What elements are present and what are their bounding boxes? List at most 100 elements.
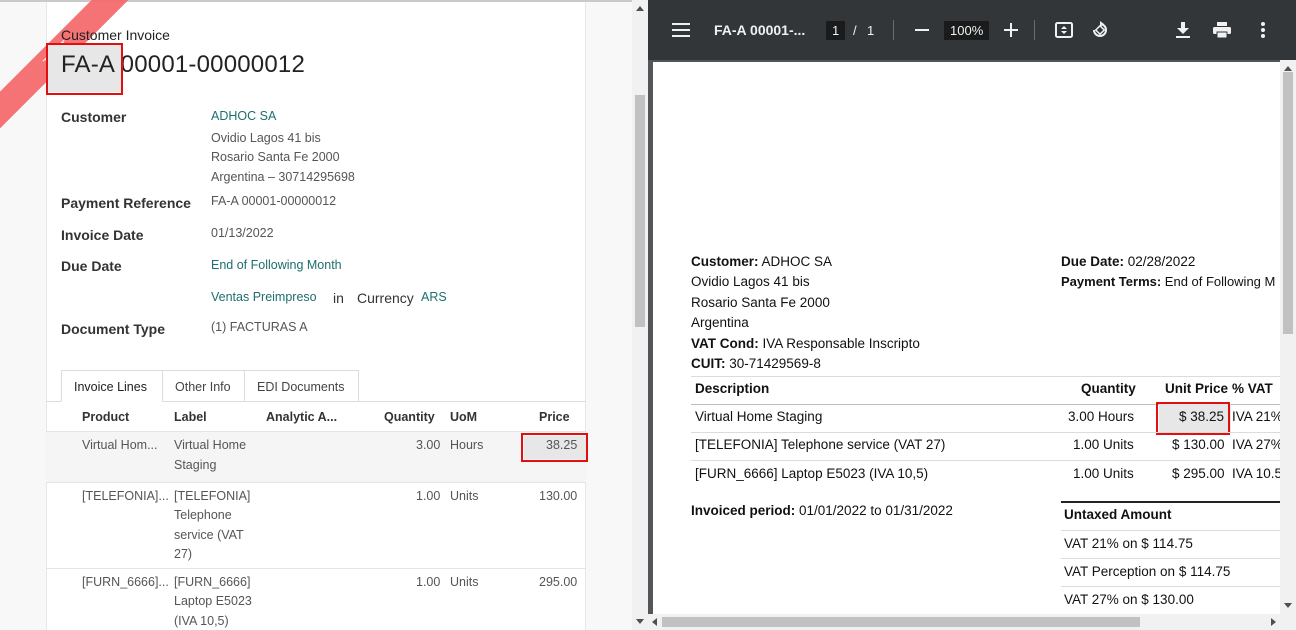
line-label-2: Staging: [174, 458, 217, 472]
pdf-table-top-border: [691, 376, 1283, 377]
scroll-down-arrow-icon[interactable]: [636, 619, 644, 624]
tab-invoice-lines[interactable]: Invoice Lines: [61, 370, 163, 402]
line-label-3: (IVA 10,5): [174, 614, 229, 628]
pdf-vat-cond-label: VAT Cond:: [691, 336, 759, 351]
pdf-col-quantity: Quantity: [1081, 381, 1136, 396]
pdf-line-vat: IVA 10.5: [1232, 466, 1283, 481]
pdf-horizontal-scrollbar[interactable]: [648, 614, 1280, 630]
line-label-1: [TELEFONIA]: [174, 489, 251, 503]
column-header-analytic[interactable]: Analytic A...: [266, 410, 337, 424]
pdf-cuit-line: CUIT: 30-71429569-8: [691, 356, 821, 371]
scroll-up-arrow-icon[interactable]: [1284, 66, 1292, 71]
invoice-date-field[interactable]: 01/13/2022: [211, 226, 274, 240]
pdf-line-description: Virtual Home Staging: [695, 409, 823, 424]
pdf-line-unit-price: $ 295.00: [1172, 466, 1225, 481]
customer-address-line-2: Rosario Santa Fe 2000: [211, 150, 340, 164]
invoice-form-pane: TEST Customer Invoice FA-A 00001-0000001…: [0, 0, 632, 630]
due-date-terms-link[interactable]: End of Following Month: [211, 258, 342, 272]
line-quantity: 1.00: [416, 489, 441, 503]
tab-other-info[interactable]: Other Info: [162, 370, 245, 402]
column-header-quantity[interactable]: Quantity: [384, 410, 435, 424]
line-label-3: service (VAT: [174, 528, 244, 542]
pdf-totals-separator: [1061, 586, 1283, 587]
menu-icon[interactable]: [668, 0, 694, 60]
scroll-left-arrow-icon[interactable]: [652, 618, 657, 626]
highlight-box-price: [521, 433, 588, 462]
pdf-line-quantity: 3.00 Hours: [1068, 409, 1135, 424]
zoom-level[interactable]: 100%: [944, 20, 990, 40]
pdf-highlight-box-unit-price: [1156, 402, 1230, 435]
pdf-row-separator: [691, 460, 1283, 461]
scroll-down-arrow-icon[interactable]: [1284, 603, 1292, 608]
scroll-right-arrow-icon[interactable]: [1271, 618, 1276, 626]
due-date-label: Due Date: [61, 258, 122, 274]
scrollbar-thumb[interactable]: [662, 617, 1140, 627]
print-icon[interactable]: [1211, 0, 1233, 60]
pdf-vat-perception-label: VAT Perception on $ 114.75: [1064, 564, 1231, 579]
pdf-vat21-label: VAT 21% on $ 114.75: [1064, 536, 1193, 551]
in-text: in: [333, 290, 344, 306]
line-quantity: 3.00: [416, 438, 441, 452]
fit-page-icon[interactable]: [1053, 0, 1075, 60]
row-separator: [46, 568, 586, 569]
pdf-page: Customer: ADHOC SA Ovidio Lagos 41 bis R…: [653, 62, 1283, 622]
rotate-icon[interactable]: [1089, 0, 1111, 60]
scrollbar-thumb[interactable]: [1283, 72, 1293, 334]
pdf-vat-cond-line: VAT Cond: IVA Responsable Inscripto: [691, 336, 920, 351]
minus-icon[interactable]: [914, 0, 930, 60]
line-uom: Units: [450, 489, 479, 503]
pdf-cuit-value: 30-71429569-8: [725, 356, 821, 371]
left-scrollbar[interactable]: [632, 0, 648, 630]
column-header-label[interactable]: Label: [174, 410, 207, 424]
column-header-price[interactable]: Price: [539, 410, 570, 424]
journal-link[interactable]: Ventas Preimpreso: [211, 290, 317, 304]
plus-icon[interactable]: [1003, 0, 1019, 60]
line-product: Virtual Hom...: [82, 438, 158, 452]
pdf-due-date-label: Due Date:: [1061, 254, 1125, 269]
pdf-customer-name: ADHOC SA: [758, 254, 833, 269]
current-page[interactable]: 1: [826, 20, 846, 40]
line-price: 130.00: [539, 489, 578, 503]
column-header-uom[interactable]: UoM: [450, 410, 477, 424]
zoom-level-box[interactable]: 100%: [944, 0, 990, 60]
column-header-product[interactable]: Product: [82, 410, 129, 424]
line-price: 295.00: [539, 575, 578, 589]
toolbar-separator: [1034, 20, 1035, 40]
pdf-due-date-value: 02/28/2022: [1124, 254, 1196, 269]
currency-link[interactable]: ARS: [421, 290, 447, 304]
pdf-payment-terms-line: Payment Terms: End of Following M: [1061, 274, 1275, 289]
pdf-totals-separator: [1061, 558, 1283, 559]
line-label-2: Telephone: [174, 508, 232, 522]
pdf-line-quantity: 1.00 Units: [1073, 437, 1134, 452]
customer-label: Customer: [61, 109, 127, 125]
pdf-viewer-pane: FA-A 00001-... 1 / 1 100% Customer: ADHO…: [648, 0, 1296, 630]
pdf-col-unit-price: Unit Price: [1165, 381, 1229, 396]
pdf-untaxed-amount-label: Untaxed Amount: [1064, 507, 1172, 522]
pdf-invoiced-period-value: 01/01/2022 to 01/31/2022: [795, 503, 953, 518]
pdf-address-1: Ovidio Lagos 41 bis: [691, 274, 810, 289]
tab-edi-documents[interactable]: EDI Documents: [244, 370, 359, 402]
scroll-up-arrow-icon[interactable]: [636, 6, 644, 11]
pdf-line-description: [TELEFONIA] Telephone service (VAT 27): [695, 437, 946, 452]
page-number-input[interactable]: 1: [826, 0, 846, 60]
document-type-field[interactable]: (1) FACTURAS A: [211, 320, 308, 334]
scrollbar-thumb[interactable]: [635, 95, 645, 327]
customer-address-line-1: Ovidio Lagos 41 bis: [211, 131, 321, 145]
pdf-invoiced-period-line: Invoiced period: 01/01/2022 to 01/31/202…: [691, 503, 953, 518]
page-total: 1: [867, 22, 875, 38]
document-type-label: Document Type: [61, 321, 165, 337]
more-vert-icon[interactable]: [1252, 0, 1274, 60]
line-quantity: 1.00: [416, 575, 441, 589]
pdf-title: FA-A 00001-...: [714, 22, 806, 38]
download-icon[interactable]: [1172, 0, 1194, 60]
pdf-vertical-scrollbar[interactable]: [1280, 60, 1296, 630]
line-product: [FURN_6666]...: [82, 575, 169, 589]
currency-label: Currency: [357, 290, 414, 306]
payment-reference-field[interactable]: FA-A 00001-00000012: [211, 194, 336, 208]
pdf-vat-cond-value: IVA Responsable Inscripto: [758, 336, 920, 351]
line-uom: Units: [450, 575, 479, 589]
pdf-line-vat: IVA 21%: [1232, 409, 1283, 424]
customer-link[interactable]: ADHOC SA: [211, 109, 276, 123]
line-product: [TELEFONIA]...: [82, 489, 169, 503]
line-label-2: Laptop E5023: [174, 594, 252, 608]
